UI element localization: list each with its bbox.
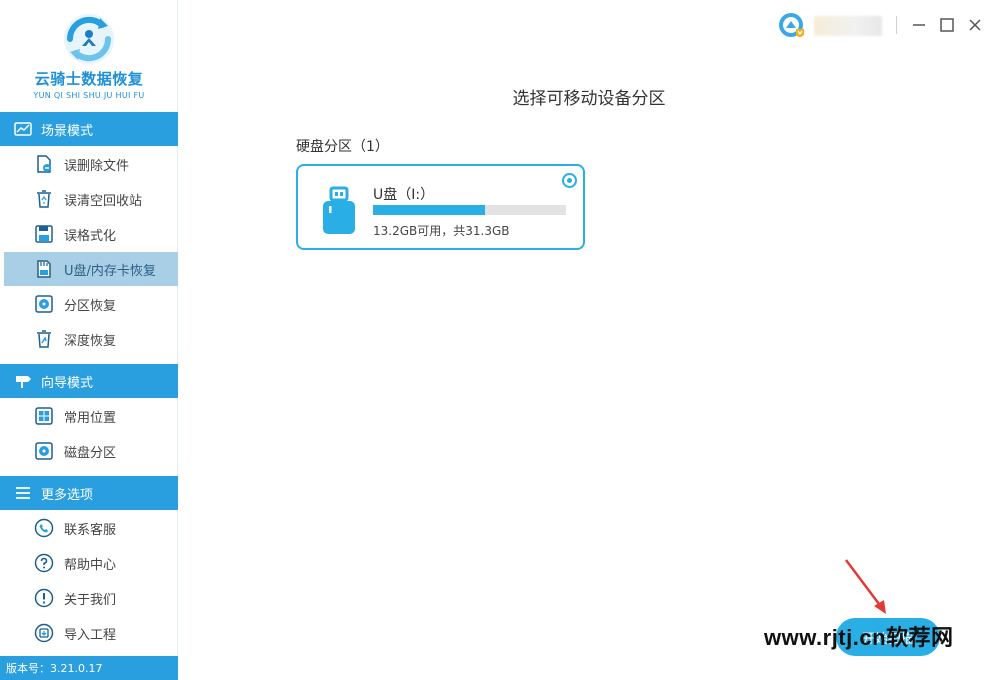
sidebar-item-help-center[interactable]: 帮助中心 xyxy=(4,546,178,580)
windows-icon xyxy=(34,406,54,426)
sidebar-item-deleted-files[interactable]: 误删除文件 xyxy=(4,147,178,181)
section-label: 向导模式 xyxy=(41,375,94,391)
title-bar xyxy=(178,0,1000,52)
sidebar-item-label: 误清空回收站 xyxy=(64,193,143,209)
close-icon xyxy=(969,19,981,31)
page-title: 选择可移动设备分区 xyxy=(512,89,666,109)
sidebar-item-label: 磁盘分区 xyxy=(64,445,117,461)
sd-card-icon xyxy=(34,259,54,279)
partition-disk-icon xyxy=(34,294,54,314)
sidebar: 云骑士数据恢复 YUN QI SHI SHU JU HUI FU 场景模式 误删… xyxy=(0,0,178,680)
floppy-disk-icon xyxy=(34,224,54,244)
sidebar-item-label: 导入工程 xyxy=(64,627,117,643)
storage-usage-fill xyxy=(373,205,485,215)
device-size-text: 13.2GB可用，共31.3GB xyxy=(373,224,510,238)
minimize-button[interactable] xyxy=(908,14,930,36)
sidebar-item-about-us[interactable]: 关于我们 xyxy=(4,581,178,615)
sidebar-item-common-locations[interactable]: 常用位置 xyxy=(4,399,178,433)
sidebar-item-disk-partition[interactable]: 磁盘分区 xyxy=(4,434,178,468)
app-logo: 云骑士数据恢复 YUN QI SHI SHU JU HUI FU xyxy=(0,0,178,112)
import-project-icon xyxy=(34,623,54,643)
section-more-options[interactable]: 更多选项 xyxy=(0,476,178,510)
close-button[interactable] xyxy=(964,14,986,36)
phone-support-icon xyxy=(34,518,54,538)
minimize-icon xyxy=(913,24,925,26)
annotation-arrow-icon xyxy=(845,559,886,614)
app-logo-icon xyxy=(64,14,114,64)
sidebar-item-partition-recovery[interactable]: 分区恢复 xyxy=(4,287,178,321)
sidebar-item-label: 深度恢复 xyxy=(64,333,117,349)
info-icon xyxy=(34,588,54,608)
title-bar-divider xyxy=(896,16,897,34)
disk-partition-icon xyxy=(34,441,54,461)
sidebar-item-label: 常用位置 xyxy=(64,410,117,426)
maximize-button[interactable] xyxy=(936,14,958,36)
username-redacted[interactable] xyxy=(814,16,882,36)
section-label: 更多选项 xyxy=(41,487,94,503)
sidebar-item-import-project[interactable]: 导入工程 xyxy=(4,616,178,650)
version-label: 版本号：3.21.0.17 xyxy=(0,656,178,680)
recycle-bin-icon xyxy=(34,189,54,209)
user-avatar-icon[interactable] xyxy=(778,12,806,40)
deleted-file-icon xyxy=(34,154,54,174)
device-select-radio[interactable] xyxy=(562,173,577,188)
watermark: www.rjtj.cn软荐网 xyxy=(764,625,954,650)
sidebar-item-recycle-bin[interactable]: 误清空回收站 xyxy=(4,182,178,216)
question-icon xyxy=(34,553,54,573)
section-scene-mode[interactable]: 场景模式 xyxy=(0,112,178,146)
hamburger-menu-icon xyxy=(14,486,32,500)
sidebar-item-format[interactable]: 误格式化 xyxy=(4,217,178,251)
sidebar-item-contact-support[interactable]: 联系客服 xyxy=(4,511,178,545)
sidebar-item-label: 联系客服 xyxy=(64,522,117,538)
sidebar-item-label: 分区恢复 xyxy=(64,298,117,314)
sidebar-item-label: 帮助中心 xyxy=(64,557,117,573)
deep-recovery-icon xyxy=(34,329,54,349)
sidebar-item-label: 误删除文件 xyxy=(64,158,130,174)
usb-drive-icon xyxy=(323,186,355,234)
section-label: 场景模式 xyxy=(41,123,94,139)
partition-section-label: 硬盘分区（1） xyxy=(296,139,389,155)
maximize-icon xyxy=(940,18,954,32)
signpost-icon xyxy=(14,374,32,388)
sidebar-item-label: 关于我们 xyxy=(64,592,117,608)
app-name: 云骑士数据恢复 xyxy=(34,70,144,88)
sidebar-item-deep-recovery[interactable]: 深度恢复 xyxy=(4,322,178,356)
device-name: U盘（I:） xyxy=(373,187,435,203)
sidebar-item-label: U盘/内存卡恢复 xyxy=(64,263,156,279)
app-name-pinyin: YUN QI SHI SHU JU HUI FU xyxy=(33,91,145,100)
storage-usage-bar xyxy=(373,205,566,215)
device-card-usb[interactable]: U盘（I:） 13.2GB可用，共31.3GB xyxy=(296,164,585,250)
sidebar-item-label: 误格式化 xyxy=(64,228,117,244)
scene-mode-icon xyxy=(14,122,32,136)
section-wizard-mode[interactable]: 向导模式 xyxy=(0,364,178,398)
sidebar-item-usb-memory-card[interactable]: U盘/内存卡恢复 xyxy=(4,252,178,286)
